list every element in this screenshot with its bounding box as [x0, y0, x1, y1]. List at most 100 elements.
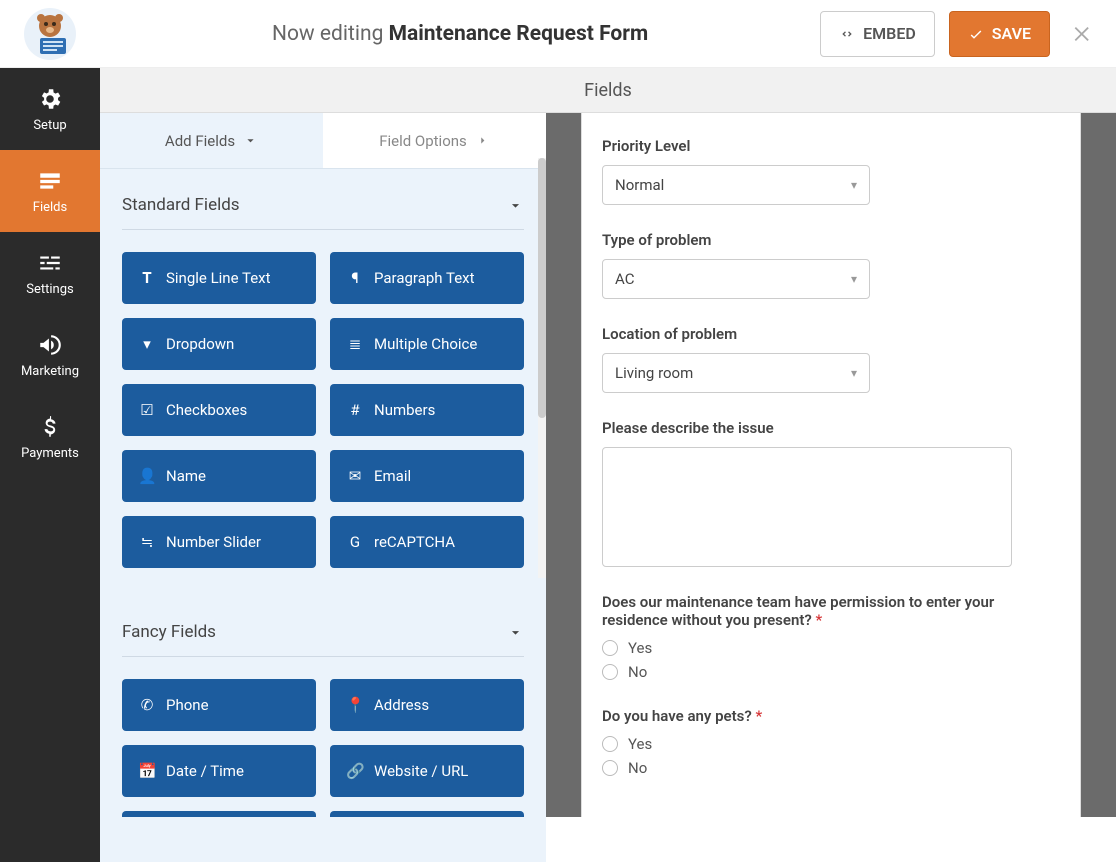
field-button-numbers[interactable]: #Numbers [330, 384, 524, 436]
sliders-icon [37, 250, 63, 276]
nav-payments[interactable]: Payments [0, 396, 100, 478]
type-select[interactable]: AC ▾ [602, 259, 870, 299]
field-button-password[interactable]: 🔒Password [330, 811, 524, 817]
radio-icon [602, 760, 618, 776]
editing-title: Now editing Maintenance Request Form [100, 22, 820, 46]
form-preview-pane: Priority Level Normal ▾ Type of problem … [546, 113, 1116, 817]
gear-icon [37, 86, 63, 112]
pets-yes[interactable]: Yes [602, 735, 1060, 753]
field-button-name[interactable]: 👤Name [122, 450, 316, 502]
field-button-paragraph-text[interactable]: ¶Paragraph Text [330, 252, 524, 304]
save-label: SAVE [992, 24, 1031, 43]
chevron-down-icon: ▾ [851, 272, 857, 286]
field-location[interactable]: Location of problem Living room ▾ [602, 325, 1060, 393]
save-button[interactable]: SAVE [949, 11, 1050, 57]
priority-select[interactable]: Normal ▾ [602, 165, 870, 205]
content-row: Add Fields Field Options Standard Fields… [100, 113, 1116, 862]
nav-settings[interactable]: Settings [0, 232, 100, 314]
nav-payments-label: Payments [21, 446, 79, 461]
field-button-single-line-text[interactable]: 𝐓Single Line Text [122, 252, 316, 304]
field-button-label: Numbers [374, 401, 435, 419]
permission-yes-label: Yes [628, 639, 652, 657]
palette-tabs: Add Fields Field Options [100, 113, 546, 169]
standard-fields-heading[interactable]: Standard Fields [122, 169, 524, 230]
tab-add-fields-label: Add Fields [165, 132, 235, 150]
editing-prefix: Now editing [272, 22, 383, 46]
g-icon: G [346, 533, 364, 551]
nav-setup[interactable]: Setup [0, 68, 100, 150]
field-button-label: Number Slider [166, 533, 261, 551]
chevron-down-icon [243, 133, 258, 148]
palette-scrollbar[interactable] [538, 158, 546, 578]
pets-label: Do you have any pets? * [602, 707, 1060, 725]
check-icon: ☑ [138, 401, 156, 419]
nav-setup-label: Setup [33, 118, 66, 133]
embed-button[interactable]: EMBED [820, 11, 935, 57]
field-permission[interactable]: Does our maintenance team have permissio… [602, 593, 1060, 681]
field-button-recaptcha[interactable]: GreCAPTCHA [330, 516, 524, 568]
calendar-icon: 📅 [138, 762, 156, 780]
field-button-checkboxes[interactable]: ☑Checkboxes [122, 384, 316, 436]
field-button-multiple-choice[interactable]: ≣Multiple Choice [330, 318, 524, 370]
tab-field-options[interactable]: Field Options [323, 113, 546, 168]
field-button-label: Single Line Text [166, 269, 271, 287]
logo-area [0, 0, 100, 68]
field-button-label: Paragraph Text [374, 269, 475, 287]
field-priority[interactable]: Priority Level Normal ▾ [602, 137, 1060, 205]
field-button-phone[interactable]: ✆Phone [122, 679, 316, 731]
type-value: AC [615, 270, 634, 288]
pets-no[interactable]: No [602, 759, 1060, 777]
chevron-down-icon [507, 197, 524, 214]
permission-no-label: No [628, 663, 647, 681]
field-describe[interactable]: Please describe the issue [602, 419, 1060, 567]
field-palette: Add Fields Field Options Standard Fields… [100, 113, 546, 862]
tab-add-fields[interactable]: Add Fields [100, 113, 323, 168]
workspace: Fields Add Fields Field Options Sta [100, 68, 1116, 862]
list-icon: ≣ [346, 335, 364, 353]
permission-no[interactable]: No [602, 663, 1060, 681]
field-button-file-upload[interactable]: ⬆File Upload [122, 811, 316, 817]
field-button-label: Phone [166, 696, 209, 714]
field-button-email[interactable]: ✉Email [330, 450, 524, 502]
describe-label: Please describe the issue [602, 419, 1060, 437]
tab-field-options-label: Field Options [379, 132, 467, 150]
priority-value: Normal [615, 176, 664, 194]
nav-fields-label: Fields [33, 200, 67, 215]
code-icon [839, 26, 855, 42]
form-canvas[interactable]: Priority Level Normal ▾ Type of problem … [582, 113, 1080, 817]
field-button-date-time[interactable]: 📅 Date / Time [122, 745, 316, 797]
scrollbar-thumb[interactable] [538, 158, 546, 418]
field-button-label: Website / URL [374, 762, 468, 780]
field-button-dropdown[interactable]: ▾Dropdown [122, 318, 316, 370]
palette-panel[interactable]: Standard Fields 𝐓Single Line Text ¶Paragr… [100, 169, 546, 817]
fancy-fields-heading[interactable]: Fancy Fields [122, 596, 524, 657]
nav-fields[interactable]: Fields [0, 150, 100, 232]
close-icon [1072, 23, 1094, 45]
form-name: Maintenance Request Form [389, 22, 649, 46]
location-value: Living room [615, 364, 693, 382]
check-icon [968, 26, 984, 42]
embed-label: EMBED [863, 24, 916, 43]
describe-textarea[interactable] [602, 447, 1012, 567]
form-icon [37, 168, 63, 194]
field-button-label: Date / Time [166, 762, 244, 780]
nav-marketing-label: Marketing [21, 364, 79, 379]
field-button-address[interactable]: 📍Address [330, 679, 524, 731]
field-button-website-url[interactable]: 🔗Website / URL [330, 745, 524, 797]
fancy-fields-grid: ✆Phone 📍Address 📅 Date / Time 🔗Website / URL… [122, 679, 524, 817]
main: Setup Fields Settings Marketing Payments… [0, 68, 1116, 862]
chevron-down-icon [507, 624, 524, 641]
permission-yes[interactable]: Yes [602, 639, 1060, 657]
priority-label: Priority Level [602, 137, 1060, 155]
pets-no-label: No [628, 759, 647, 777]
field-button-number-slider[interactable]: ≒Number Slider [122, 516, 316, 568]
standard-fields-grid: 𝐓Single Line Text ¶Paragraph Text ▾Dropdow… [122, 252, 524, 568]
field-type[interactable]: Type of problem AC ▾ [602, 231, 1060, 299]
app-logo[interactable] [24, 8, 76, 60]
nav-marketing[interactable]: Marketing [0, 314, 100, 396]
chevron-right-icon [475, 133, 490, 148]
field-pets[interactable]: Do you have any pets? * Yes No [602, 707, 1060, 777]
location-select[interactable]: Living room ▾ [602, 353, 870, 393]
dropdown-icon: ▾ [138, 335, 156, 353]
close-button[interactable] [1072, 16, 1094, 51]
